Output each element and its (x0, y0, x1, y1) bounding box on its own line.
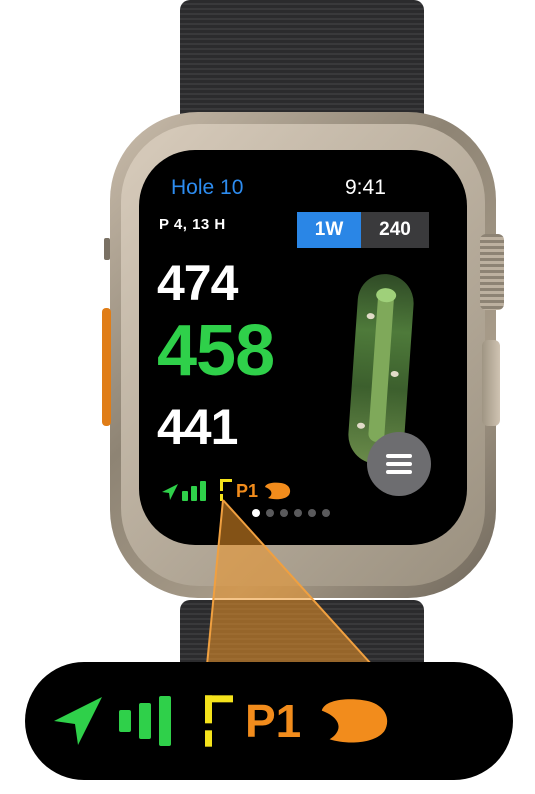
signal-bar (159, 696, 171, 746)
pin-position-label: P1 (245, 695, 302, 747)
signal-bar (139, 703, 151, 739)
status-callout: P1 (25, 662, 513, 780)
green-shape-icon (313, 695, 393, 747)
signal-bar (119, 710, 131, 732)
flag-icon (205, 693, 233, 749)
gps-arrow-icon (51, 694, 105, 748)
